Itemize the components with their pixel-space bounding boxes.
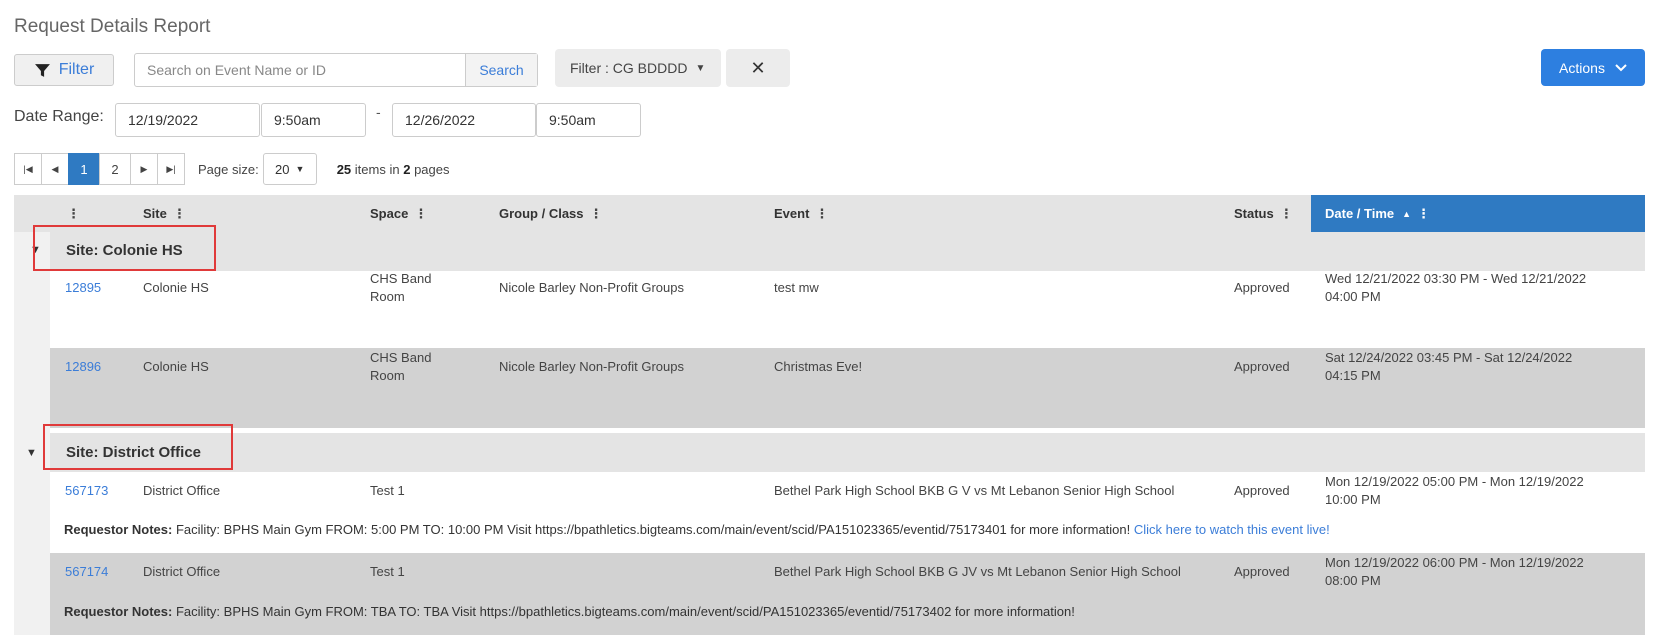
highlight-box — [33, 225, 216, 271]
watch-live-link[interactable]: Click here to watch this event live! — [1134, 522, 1330, 537]
filter-dropdown[interactable]: Filter : CG BDDDD ▼ — [555, 49, 721, 87]
page-2-button[interactable]: 2 — [99, 153, 131, 185]
request-id-link[interactable]: 567173 — [65, 482, 108, 500]
kebab-icon[interactable]: ⋮ — [414, 206, 427, 222]
request-id-link[interactable]: 12895 — [65, 279, 101, 297]
start-time-field[interactable]: 9:50am — [261, 103, 366, 137]
page-size-value: 20 — [275, 161, 290, 177]
notes-text: Facility: BPHS Main Gym FROM: TBA TO: TB… — [175, 604, 1075, 619]
request-grid: ⋮ Site ⋮ Space ⋮ Group / Class ⋮ Event ⋮ Sta… — [14, 195, 1645, 635]
group-row: ▼ Site: Colonie HS — [30, 232, 1645, 271]
space-cell: Test 1 — [370, 483, 405, 498]
group-cell: Nicole Barley Non-Profit Groups — [499, 280, 684, 295]
kebab-icon[interactable]: ⋮ — [1280, 206, 1293, 222]
filter-button-label: Filter — [58, 61, 95, 78]
table-row[interactable]: 567173 District Office Test 1 Bethel Par… — [50, 472, 1645, 549]
event-cell: Bethel Park High School BKB G JV vs Mt L… — [774, 564, 1181, 579]
datetime-cell: Sat 12/24/2022 03:45 PM - Sat 12/24/2022… — [1325, 350, 1573, 383]
table-row[interactable]: 12895 Colonie HS CHS Band Room Nicole Bar… — [50, 271, 1645, 348]
site-cell: Colonie HS — [143, 280, 209, 295]
kebab-icon[interactable]: ⋮ — [1417, 206, 1430, 222]
space-cell: Test 1 — [370, 564, 405, 579]
request-id-link[interactable]: 567174 — [65, 563, 108, 581]
actions-button[interactable]: Actions — [1541, 49, 1645, 86]
notes-text: Facility: BPHS Main Gym FROM: 5:00 PM TO… — [175, 522, 1131, 537]
first-page-icon[interactable]: |◀ — [14, 153, 42, 185]
last-page-icon[interactable]: ▶| — [157, 153, 185, 185]
date-range-separator: - — [376, 104, 381, 120]
column-header-space[interactable]: Space ⋮ — [370, 195, 427, 232]
event-cell: Bethel Park High School BKB G V vs Mt Le… — [774, 483, 1175, 498]
end-time-field[interactable]: 9:50am — [536, 103, 641, 137]
caret-down-icon: ▼ — [695, 62, 706, 74]
table-row[interactable]: 12896 Colonie HS CHS Band Room Nicole Bar… — [50, 348, 1645, 428]
kebab-icon[interactable]: ⋮ — [815, 206, 828, 222]
page-title: Request Details Report — [14, 16, 211, 37]
column-header-event[interactable]: Event ⋮ — [774, 195, 828, 232]
column-header-datetime[interactable]: Date / Time ▲ ⋮ — [1311, 195, 1645, 232]
request-id-link[interactable]: 12896 — [65, 358, 101, 376]
group-cell: Nicole Barley Non-Profit Groups — [499, 359, 684, 374]
pager: |◀ ◀ 1 2 ▶ ▶| Page size: 20 ▼ 25 items i… — [14, 153, 450, 185]
filter-button[interactable]: Filter — [14, 54, 114, 86]
datetime-cell: Mon 12/19/2022 06:00 PM - Mon 12/19/2022… — [1325, 555, 1584, 588]
grid-header: ⋮ Site ⋮ Space ⋮ Group / Class ⋮ Event ⋮ Sta… — [14, 195, 1645, 232]
datetime-cell: Mon 12/19/2022 05:00 PM - Mon 12/19/2022… — [1325, 474, 1584, 507]
next-page-icon[interactable]: ▶ — [130, 153, 158, 185]
site-cell: Colonie HS — [143, 359, 209, 374]
start-date-field[interactable]: 12/19/2022 — [115, 103, 260, 137]
page-size-select[interactable]: 20 ▼ — [262, 153, 317, 185]
clear-filter-button[interactable]: ✕ — [726, 49, 790, 87]
kebab-icon[interactable]: ⋮ — [173, 206, 186, 222]
site-cell: District Office — [143, 483, 221, 498]
event-cell: test mw — [774, 280, 819, 295]
search-box: Search — [134, 53, 538, 87]
close-icon: ✕ — [750, 57, 766, 78]
pages-text: pages — [414, 161, 450, 177]
caret-down-icon: ▼ — [295, 164, 305, 174]
end-date-field[interactable]: 12/26/2022 — [392, 103, 536, 137]
requestor-notes: Requestor Notes: Facility: BPHS Main Gym… — [64, 522, 1330, 537]
table-row[interactable]: 567174 District Office Test 1 Bethel Par… — [50, 553, 1645, 635]
search-input[interactable] — [135, 54, 465, 86]
status-cell: Approved — [1234, 280, 1290, 295]
sort-asc-icon: ▲ — [1402, 208, 1412, 219]
datetime-cell: Wed 12/21/2022 03:30 PM - Wed 12/21/2022… — [1325, 271, 1587, 304]
chevron-down-icon — [1615, 63, 1627, 71]
requestor-notes: Requestor Notes: Facility: BPHS Main Gym… — [64, 604, 1075, 619]
status-cell: Approved — [1234, 483, 1290, 498]
status-cell: Approved — [1234, 564, 1290, 579]
page-1-button[interactable]: 1 — [68, 153, 100, 185]
search-button[interactable]: Search — [465, 54, 537, 86]
kebab-icon[interactable]: ⋮ — [590, 206, 603, 222]
total-pages: 2 — [403, 161, 411, 177]
page-size-label: Page size: — [198, 161, 259, 177]
date-range-label: Date Range: — [14, 108, 104, 125]
space-cell: CHS Band Room — [370, 350, 432, 383]
items-text: items in — [354, 161, 400, 177]
actions-button-label: Actions — [1559, 59, 1605, 76]
funnel-icon — [34, 63, 50, 77]
collapse-arrow-icon[interactable]: ▼ — [26, 447, 37, 459]
filter-dropdown-label: Filter : CG BDDDD — [570, 60, 688, 76]
site-cell: District Office — [143, 564, 221, 579]
prev-page-icon[interactable]: ◀ — [41, 153, 69, 185]
total-items: 25 — [336, 161, 352, 177]
group-row: ▼ Site: District Office — [26, 433, 1645, 472]
event-cell: Christmas Eve! — [774, 359, 863, 374]
notes-label: Requestor Notes: — [64, 522, 173, 537]
column-header-status[interactable]: Status ⋮ — [1234, 195, 1293, 232]
pager-info: 25 items in 2 pages — [337, 162, 450, 177]
highlight-box — [43, 424, 233, 470]
space-cell: CHS Band Room — [370, 271, 432, 304]
column-header-group[interactable]: Group / Class ⋮ — [499, 195, 603, 232]
status-cell: Approved — [1234, 359, 1290, 374]
notes-label: Requestor Notes: — [64, 604, 173, 619]
